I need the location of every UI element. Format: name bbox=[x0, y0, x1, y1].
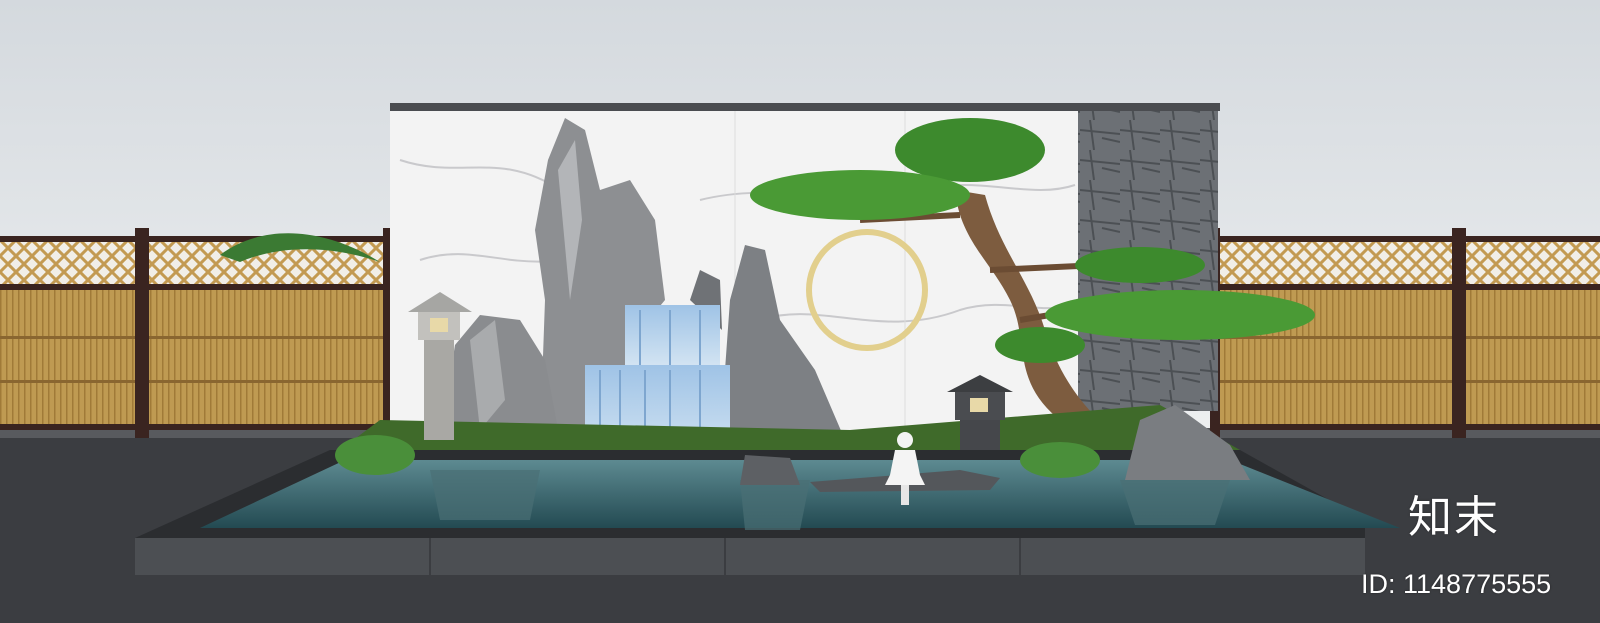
watermark-logo-text: 知末 bbox=[1408, 492, 1500, 543]
garden-scene-render bbox=[0, 0, 1600, 623]
left-bamboo-fence bbox=[0, 228, 393, 438]
fence-post bbox=[135, 228, 149, 438]
fence-post bbox=[1452, 228, 1466, 438]
plant-left-shrub bbox=[335, 435, 415, 475]
watermark-id-text: ID: 1148775555 bbox=[1361, 569, 1552, 599]
plant-right-shrub bbox=[1020, 442, 1100, 478]
